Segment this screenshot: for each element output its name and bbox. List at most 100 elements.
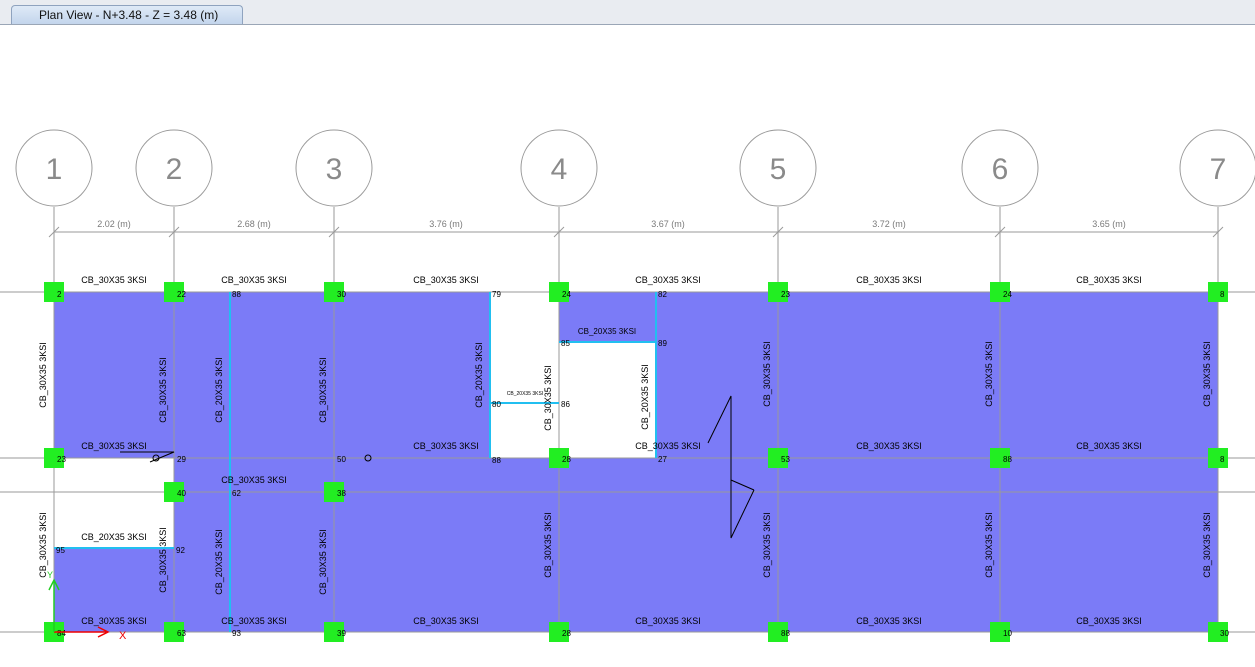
grid-label-2: 2 (166, 153, 183, 186)
beam-label-v-7-upper: CB_30X35 3KSI (1202, 341, 1212, 407)
joint-label: 62 (232, 489, 241, 498)
beam-label-v-3-lower: CB_30X35 3KSI (318, 529, 328, 595)
joint-label: 84 (57, 629, 66, 638)
joint-label: 38 (337, 489, 346, 498)
beam-label-bottom-4: CB_30X35 3KSI (635, 616, 701, 626)
column[interactable] (1208, 448, 1228, 468)
beam-label-v-5-upper: CB_30X35 3KSI (762, 341, 772, 407)
joint-label: 27 (658, 455, 667, 464)
dimension-label-2-3: 2.68 (m) (237, 219, 271, 229)
x-axis-label: X (119, 630, 127, 642)
grid-label-6: 6 (992, 153, 1009, 186)
joint-label: 8 (1220, 455, 1225, 464)
grid-label-3: 3 (326, 153, 343, 186)
beam-label-v-6-upper: CB_30X35 3KSI (984, 341, 994, 407)
dimension-label-6-7: 3.65 (m) (1092, 219, 1126, 229)
beam-label-mid-1: CB_30X35 3KSI (81, 441, 147, 451)
joint-label: 86 (561, 400, 570, 409)
joint-label: 23 (57, 455, 66, 464)
beam-label-v-4-upper: CB_30X35 3KSI (543, 365, 553, 431)
beam-label-v-2-upper: CB_30X35 3KSI (158, 357, 168, 423)
joint-label: 24 (562, 290, 571, 299)
beam-label-mid-4: CB_30X35 3KSI (635, 441, 701, 451)
tab-plan-view-label: Plan View - N+3.48 - Z = 3.48 (m) (39, 8, 219, 22)
dimension-label-1-2: 2.02 (m) (97, 219, 131, 229)
dimension-labels: 2.02 (m) 2.68 (m) 3.76 (m) 3.67 (m) 3.72… (97, 219, 1126, 229)
joint-label: 88 (232, 290, 241, 299)
joint-label: 82 (658, 290, 667, 299)
beam-label-v-1-upper: CB_30X35 3KSI (38, 342, 48, 408)
joint-label: 80 (492, 400, 501, 409)
beam-label-bottom-3: CB_30X35 3KSI (413, 616, 479, 626)
tab-bar: Plan View - N+3.48 - Z = 3.48 (m) (0, 0, 1255, 25)
beam-label-v-7-lower: CB_30X35 3KSI (1202, 512, 1212, 578)
dimension-line (48, 226, 1224, 238)
beam-label-bottom-6: CB_30X35 3KSI (1076, 616, 1142, 626)
grid-bubble-labels: 1 2 3 4 5 6 7 (46, 153, 1227, 186)
joint-label: 92 (176, 546, 185, 555)
slab-upper (54, 292, 1218, 458)
joint-label: 30 (337, 290, 346, 299)
beam-label-top-1: CB_30X35 3KSI (81, 275, 147, 285)
beam-label-top-6: CB_30X35 3KSI (1076, 275, 1142, 285)
joint-label: 88 (492, 456, 501, 465)
grid-label-1: 1 (46, 153, 63, 186)
beam-label-v-5-lower: CB_30X35 3KSI (762, 512, 772, 578)
joint-label: 63 (177, 629, 186, 638)
joint-label: 10 (1003, 629, 1012, 638)
beam-label-mid2: CB_30X35 3KSI (221, 475, 287, 485)
beam-label-v-3-upper: CB_30X35 3KSI (318, 357, 328, 423)
joint-label: 22 (177, 290, 186, 299)
grid-bubbles (15, 129, 1255, 207)
plan-view-canvas[interactable]: 2.02 (m) 2.68 (m) 3.76 (m) 3.67 (m) 3.72… (0, 25, 1255, 667)
beam-label-v-6-lower: CB_30X35 3KSI (984, 512, 994, 578)
beam-label-opening-small: CB_20X35 3KSI (507, 391, 543, 397)
joint-label: 28 (562, 629, 571, 638)
joint-label: 40 (177, 489, 186, 498)
beam-label-top-3: CB_30X35 3KSI (413, 275, 479, 285)
joint-label: 24 (1003, 290, 1012, 299)
beam-label-bottom-1: CB_30X35 3KSI (81, 616, 147, 626)
dimension-label-3-4: 3.76 (m) (429, 219, 463, 229)
beam-label-opening: CB_20X35 3KSI (578, 327, 636, 336)
beam-label-mid-6: CB_30X35 3KSI (1076, 441, 1142, 451)
grid-label-4: 4 (551, 153, 568, 186)
joint-label: 8 (1220, 290, 1225, 299)
joint-label: 88 (1003, 455, 1012, 464)
dimension-label-5-6: 3.72 (m) (872, 219, 906, 229)
beam-label-bottom-2: CB_30X35 3KSI (221, 616, 287, 626)
joint-label: 23 (781, 290, 790, 299)
beam-label-top-2: CB_30X35 3KSI (221, 275, 287, 285)
grid-label-5: 5 (770, 153, 787, 186)
joint-label: 93 (232, 629, 241, 638)
grid-label-7: 7 (1210, 153, 1227, 186)
dimension-label-4-5: 3.67 (m) (651, 219, 685, 229)
beam-label-v-opening-left: CB_20X35 3KSI (474, 342, 484, 408)
beam-label-notch: CB_20X35 3KSI (81, 532, 147, 542)
beam-label-v-1-lower: CB_30X35 3KSI (38, 512, 48, 578)
beam-label-bottom-5: CB_30X35 3KSI (856, 616, 922, 626)
joint-label: 79 (492, 290, 501, 299)
beam-label-top-5: CB_30X35 3KSI (856, 275, 922, 285)
beam-label-mid-5: CB_30X35 3KSI (856, 441, 922, 451)
y-axis-label: Y (47, 570, 53, 580)
tab-plan-view[interactable]: Plan View - N+3.48 - Z = 3.48 (m) (11, 5, 243, 24)
beam-label-v-4-lower: CB_30X35 3KSI (543, 512, 553, 578)
joint-label: 53 (781, 455, 790, 464)
joint-label: 39 (337, 629, 346, 638)
column[interactable] (1208, 282, 1228, 302)
joint-label: 85 (561, 339, 570, 348)
joint-label: 95 (56, 546, 65, 555)
beam-label-v-opening-right: CB_20X35 3KSI (640, 364, 650, 430)
beam-label-mid-3: CB_30X35 3KSI (413, 441, 479, 451)
joint-label: 2 (57, 290, 62, 299)
joint-label: 28 (562, 455, 571, 464)
joint-label: 30 (1220, 629, 1229, 638)
joint-label: 89 (658, 339, 667, 348)
beam-label-v-2b-upper: CB_20X35 3KSI (214, 357, 224, 423)
joint-label: 88 (781, 629, 790, 638)
beam-label-top-4: CB_30X35 3KSI (635, 275, 701, 285)
joint-label: 29 (177, 455, 186, 464)
beam-label-v-2-lower: CB_30X35 3KSI (158, 527, 168, 593)
beam-label-v-2b-lower: CB_20X35 3KSI (214, 529, 224, 595)
